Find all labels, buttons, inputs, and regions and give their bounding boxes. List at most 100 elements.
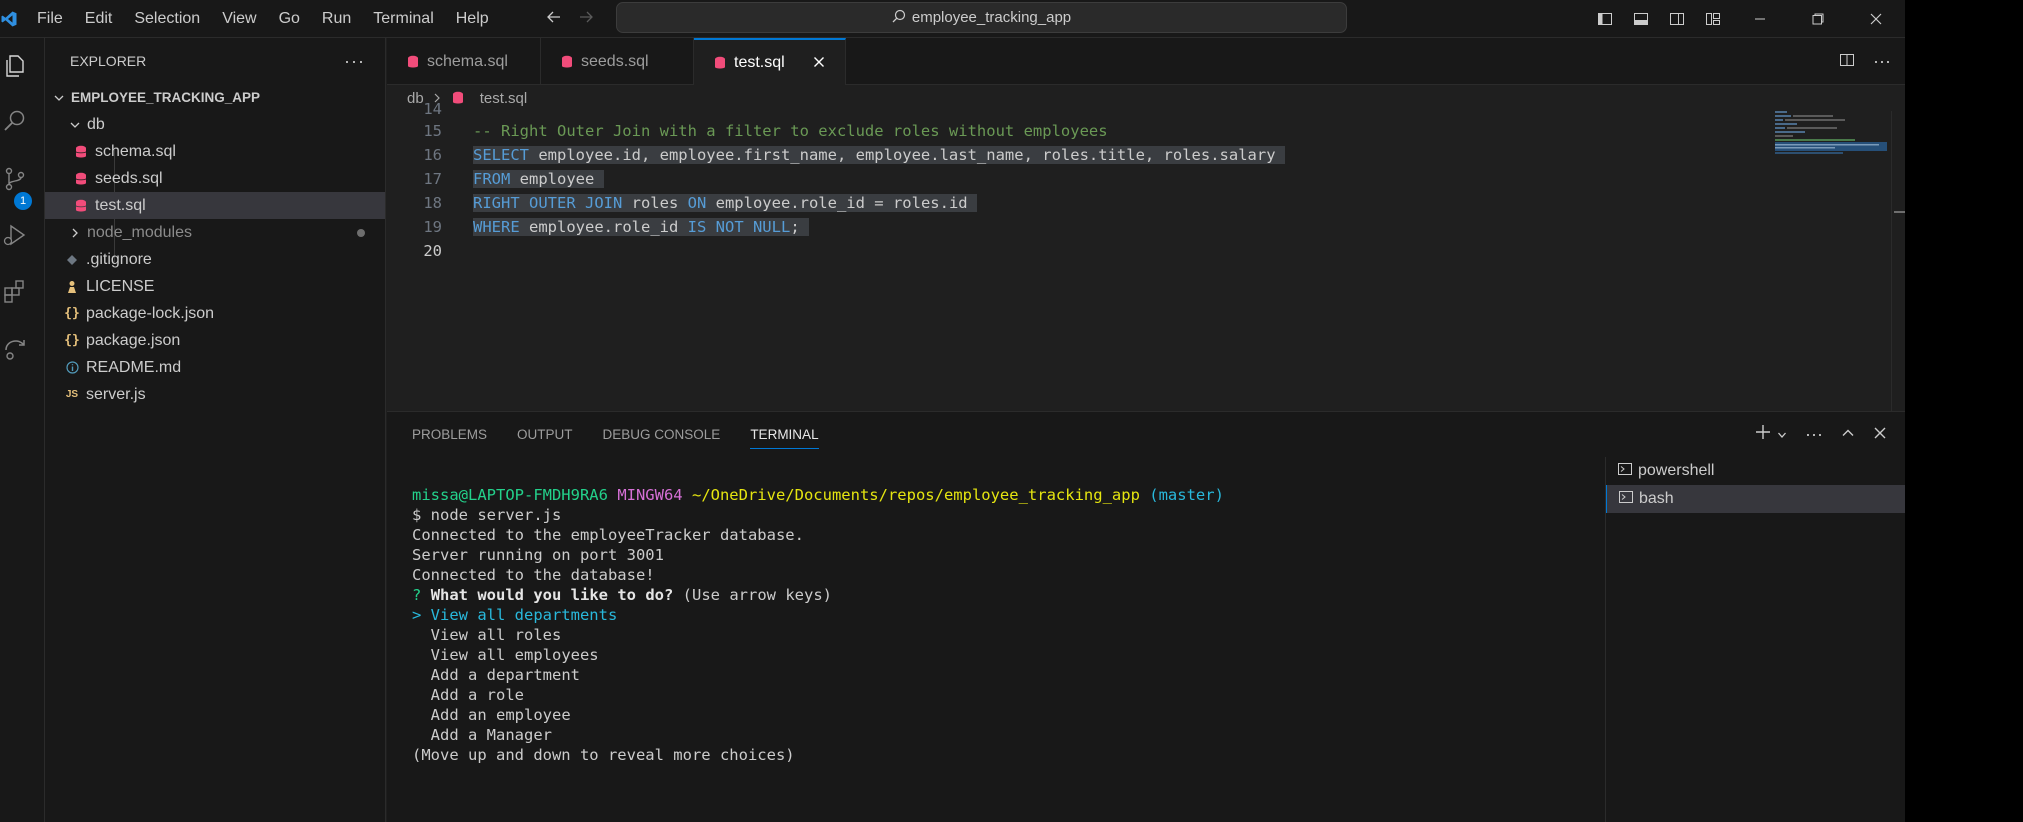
panel-tabs: PROBLEMS OUTPUT DEBUG CONSOLE TERMINAL	[387, 412, 1905, 457]
close-tab-icon[interactable]	[813, 52, 825, 73]
tab-problems[interactable]: PROBLEMS	[412, 412, 487, 457]
terminal-command: $ node server.js	[412, 506, 562, 524]
tree-item-test-sql[interactable]: test.sql	[45, 192, 385, 219]
code-line: 18 RIGHT OUTER JOIN roles ON employee.ro…	[387, 191, 1767, 215]
sql-keyword: ON	[687, 194, 707, 212]
choice-item: View all roles	[430, 626, 562, 644]
search-icon	[892, 9, 906, 27]
tree-item-label: schema.sql	[95, 142, 176, 160]
javascript-file-icon: JS	[65, 389, 79, 400]
explorer-icon[interactable]	[0, 51, 30, 81]
menu-help[interactable]: Help	[445, 0, 500, 38]
tree-item-readme[interactable]: README.md	[45, 354, 385, 381]
tree-item-label: seeds.sql	[95, 169, 163, 187]
database-file-icon	[712, 56, 728, 70]
source-control-icon[interactable]	[0, 164, 30, 194]
code-line: 16 SELECT employee.id, employee.first_na…	[387, 143, 1767, 167]
terminal-line: Connected to the database!	[412, 566, 655, 584]
tree-item-label: .gitignore	[86, 250, 152, 268]
tab-seeds-sql[interactable]: seeds.sql	[541, 38, 694, 85]
minimap[interactable]	[1775, 111, 1887, 181]
tree-item-package-json[interactable]: {} package.json	[45, 327, 385, 354]
restore-icon[interactable]	[1789, 12, 1847, 26]
code-editor[interactable]: 14 15 -- Right Outer Join with a filter …	[387, 101, 1767, 411]
sql-text: employee.id, employee.first_name, employ…	[529, 146, 1285, 164]
tab-schema-sql[interactable]: schema.sql	[387, 38, 541, 85]
sql-keyword: RIGHT OUTER JOIN	[473, 194, 623, 212]
tree-item-license[interactable]: LICENSE	[45, 273, 385, 300]
sql-text: employee.role_id	[519, 218, 688, 236]
remote-explorer-icon[interactable]	[0, 334, 30, 364]
editor-actions: ···	[1839, 38, 1891, 85]
prompt-user: missa@LAPTOP-FMDH9RA6	[412, 486, 608, 504]
question-mark: ?	[412, 586, 422, 604]
panel-more-icon[interactable]: ···	[1805, 424, 1823, 445]
sql-text: employee	[510, 170, 604, 188]
line-number: 20	[423, 242, 442, 260]
minimize-icon[interactable]	[1731, 12, 1789, 26]
chevron-down-icon[interactable]	[1777, 424, 1787, 445]
new-terminal-icon[interactable]	[1755, 424, 1771, 445]
menu-go[interactable]: Go	[268, 0, 311, 38]
terminal-item-bash[interactable]: bash	[1606, 485, 1905, 513]
tree-item-label: package.json	[86, 331, 181, 349]
tree-item-label: server.js	[86, 385, 146, 403]
editor-more-icon[interactable]: ···	[1873, 51, 1891, 72]
menu-terminal[interactable]: Terminal	[362, 0, 444, 38]
tab-label: schema.sql	[427, 52, 508, 70]
tab-test-sql[interactable]: test.sql	[694, 38, 846, 85]
line-number: 14	[423, 101, 442, 117]
tree-item-label: package-lock.json	[86, 304, 215, 322]
toggle-primary-sidebar-icon[interactable]	[1587, 11, 1623, 27]
database-file-icon	[73, 172, 89, 186]
menu-file[interactable]: File	[37, 0, 74, 38]
line-number: 16	[423, 146, 442, 164]
code-line: 15 -- Right Outer Join with a filter to …	[387, 119, 1767, 143]
menu-edit[interactable]: Edit	[74, 0, 124, 38]
back-arrow-icon[interactable]	[545, 8, 563, 29]
tree-item-gitignore[interactable]: .gitignore	[45, 246, 385, 273]
menu-run[interactable]: Run	[311, 0, 362, 38]
run-debug-icon[interactable]	[0, 220, 30, 250]
extensions-icon[interactable]	[0, 276, 30, 306]
terminal-icon	[1618, 462, 1632, 481]
selected-code: RIGHT OUTER JOIN roles ON employee.role_…	[473, 194, 977, 212]
project-folder[interactable]: EMPLOYEE_TRACKING_APP	[45, 84, 385, 111]
menu-selection[interactable]: Selection	[123, 0, 211, 38]
toggle-secondary-sidebar-icon[interactable]	[1659, 11, 1695, 27]
tree-item-node-modules[interactable]: node_modules	[45, 219, 385, 246]
tree-item-server-js[interactable]: JS server.js	[45, 381, 385, 408]
sql-text: ;	[790, 218, 809, 236]
tree-item-seeds-sql[interactable]: seeds.sql	[45, 165, 385, 192]
choice-item: Add an employee	[430, 706, 571, 724]
vscode-window: File Edit Selection View Go Run Terminal…	[0, 0, 1905, 822]
terminal-line: Server running on port 3001	[412, 546, 664, 564]
command-center-search[interactable]: employee_tracking_app	[616, 2, 1347, 33]
json-braces-icon: {}	[64, 306, 80, 321]
toggle-panel-icon[interactable]	[1623, 11, 1659, 27]
editor-scrollbar[interactable]	[1891, 111, 1905, 411]
terminal-item-powershell[interactable]: powershell	[1606, 457, 1905, 485]
close-window-icon[interactable]	[1847, 12, 1905, 26]
tree-item-label: README.md	[86, 358, 182, 376]
tree-item-db[interactable]: db	[45, 111, 385, 138]
tree-item-package-lock-json[interactable]: {} package-lock.json	[45, 300, 385, 327]
sql-keyword: IS NOT NULL	[687, 218, 791, 236]
menu-view[interactable]: View	[211, 0, 267, 38]
terminal-output[interactable]: missa@LAPTOP-FMDH9RA6 MINGW64 ~/OneDrive…	[412, 485, 1224, 765]
maximize-panel-icon[interactable]	[1841, 424, 1855, 445]
tab-debug-console[interactable]: DEBUG CONSOLE	[603, 412, 721, 457]
sql-keyword: SELECT	[473, 146, 529, 164]
more-actions-icon[interactable]: ···	[344, 51, 365, 72]
split-editor-icon[interactable]	[1839, 52, 1855, 71]
customize-layout-icon[interactable]	[1695, 11, 1731, 27]
search-view-icon[interactable]	[0, 106, 30, 136]
close-panel-icon[interactable]	[1873, 424, 1887, 445]
database-file-icon	[73, 145, 89, 159]
editor-tabs: schema.sql seeds.sql test.sql ···	[387, 38, 1905, 85]
tab-output[interactable]: OUTPUT	[517, 412, 573, 457]
tree-item-schema-sql[interactable]: schema.sql	[45, 138, 385, 165]
forward-arrow-icon[interactable]	[577, 8, 595, 29]
tab-terminal[interactable]: TERMINAL	[750, 412, 819, 457]
source-control-badge: 1	[14, 192, 32, 210]
